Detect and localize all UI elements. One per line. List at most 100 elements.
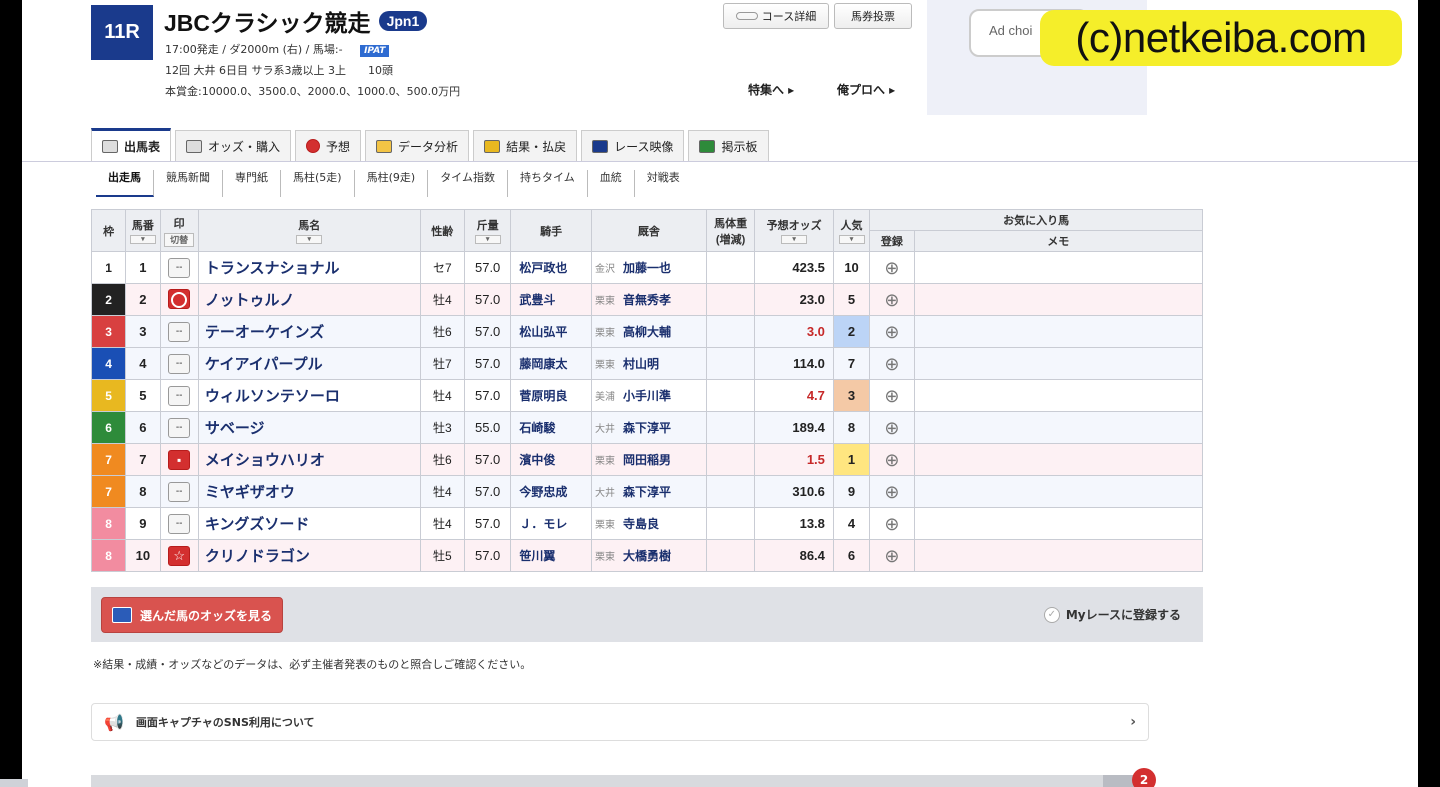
jockey-link[interactable]: 松山弘平 — [510, 315, 592, 348]
horse-name-link[interactable]: メイショウハリオ — [197, 443, 421, 476]
subnav-newspaper[interactable]: 競馬新聞 — [154, 170, 223, 197]
memo-cell[interactable] — [913, 443, 1204, 476]
mark-selector[interactable]: -- — [168, 321, 191, 342]
memo-cell[interactable] — [913, 411, 1204, 444]
tab-data[interactable]: データ分析 — [365, 130, 470, 161]
jockey-link[interactable]: 今野忠成 — [510, 475, 592, 508]
horse-name-link[interactable]: テーオーケインズ — [197, 315, 421, 348]
tab-odds[interactable]: オッズ・購入 — [175, 130, 292, 161]
add-favorite-icon[interactable]: ⊕ — [880, 386, 904, 406]
trainer-link[interactable]: 岡田稲男 — [623, 453, 671, 467]
trainer-link[interactable]: 加藤一也 — [623, 261, 671, 275]
jockey-link[interactable]: 松戸政也 — [510, 251, 592, 284]
horse-name-link[interactable]: キングズソード — [197, 507, 421, 540]
trainer-link[interactable]: 森下淳平 — [623, 421, 671, 435]
col-odds[interactable]: 予想オッズ ▾ — [754, 209, 834, 252]
honmei-mark-icon[interactable] — [168, 288, 191, 309]
subnav-pillar9[interactable]: 馬柱(9走) — [355, 170, 429, 197]
subnav-specialist[interactable]: 専門紙 — [223, 170, 281, 197]
horse-name-link[interactable]: ミヤギザオウ — [197, 475, 421, 508]
star-mark-icon[interactable]: ☆ — [168, 545, 191, 566]
jockey-link[interactable]: 石崎駿 — [510, 411, 592, 444]
mark-selector[interactable]: -- — [168, 513, 191, 534]
subnav-entries[interactable]: 出走馬 — [96, 170, 154, 197]
horse-name-link[interactable]: ノットゥルノ — [197, 283, 421, 316]
col-waku: 枠 — [90, 209, 127, 252]
col-umaban[interactable]: 馬番 ▾ — [125, 209, 161, 252]
jockey-link[interactable]: Ｊ．モレ — [510, 507, 592, 540]
subnav-best-time[interactable]: 持ちタイム — [508, 170, 588, 197]
jockey-link[interactable]: 武豊斗 — [510, 283, 592, 316]
mark-selector[interactable]: -- — [168, 385, 191, 406]
memo-cell[interactable] — [913, 251, 1204, 284]
course-detail-button[interactable]: コース詳細 — [723, 3, 829, 29]
memo-cell[interactable] — [913, 539, 1204, 572]
tab-board[interactable]: 掲示板 — [688, 130, 769, 161]
side-handle[interactable] — [0, 779, 28, 787]
horse-name-link[interactable]: トランスナショナル — [197, 251, 421, 284]
trainer-cell: 栗東 高柳大輔 — [590, 315, 707, 348]
horse-name-link[interactable]: ケイアイパープル — [197, 347, 421, 380]
col-name[interactable]: 馬名 ▾ — [197, 209, 421, 252]
subnav-time-index[interactable]: タイム指数 — [428, 170, 508, 197]
jockey-link[interactable]: 藤岡康太 — [510, 347, 592, 380]
view-selected-odds-button[interactable]: 選んだ馬のオッズを見る — [101, 597, 284, 633]
tab-shutsubahyo[interactable]: 出馬表 — [91, 128, 172, 161]
trainer-link[interactable]: 寺島良 — [623, 517, 659, 531]
notification-badge[interactable]: 2 — [1132, 768, 1156, 787]
horse-name-link[interactable]: サベージ — [197, 411, 421, 444]
add-favorite-icon[interactable]: ⊕ — [880, 322, 904, 342]
trainer-link[interactable]: 高柳大輔 — [623, 325, 671, 339]
horse-name-link[interactable]: ウィルソンテソーロ — [197, 379, 421, 412]
trainer-link[interactable]: 小手川準 — [623, 389, 671, 403]
memo-cell[interactable] — [913, 475, 1204, 508]
my-race-register[interactable]: ✓ Myレースに登録する — [1043, 606, 1181, 623]
register-cell: ⊕ — [869, 507, 915, 540]
add-favorite-icon[interactable]: ⊕ — [880, 418, 904, 438]
trainer-link[interactable]: 大橋勇樹 — [623, 549, 671, 563]
mark-selector[interactable]: -- — [168, 257, 191, 278]
memo-cell[interactable] — [913, 315, 1204, 348]
jockey-link[interactable]: 濱中俊 — [510, 443, 592, 476]
add-favorite-icon[interactable]: ⊕ — [880, 482, 904, 502]
add-favorite-icon[interactable]: ⊕ — [880, 290, 904, 310]
tab-video[interactable]: レース映像 — [581, 130, 685, 161]
subnav-pedigree[interactable]: 血統 — [588, 170, 635, 197]
mark-selector[interactable]: -- — [168, 353, 191, 374]
add-favorite-icon[interactable]: ⊕ — [880, 258, 904, 278]
col-popularity[interactable]: 人気 ▾ — [832, 209, 871, 252]
trainer-link[interactable]: 森下淳平 — [623, 485, 671, 499]
tab-prediction[interactable]: 予想 — [295, 130, 362, 161]
add-favorite-icon[interactable]: ⊕ — [880, 450, 904, 470]
mark-selector[interactable]: -- — [168, 417, 191, 438]
subnav-matchup[interactable]: 対戦表 — [635, 170, 692, 197]
add-favorite-icon[interactable]: ⊕ — [880, 514, 904, 534]
sns-usage-link[interactable]: 📢 画面キャプチャのSNS利用について › — [91, 703, 1149, 741]
special-link[interactable]: 特集へ ▸ — [748, 81, 794, 98]
trainer-link[interactable]: 村山明 — [623, 357, 659, 371]
trainer-link[interactable]: 音無秀孝 — [623, 293, 671, 307]
taikou-mark-icon[interactable]: ▪ — [168, 449, 191, 470]
register-cell: ⊕ — [869, 539, 915, 572]
memo-cell[interactable] — [913, 283, 1204, 316]
jockey-link[interactable]: 菅原明良 — [510, 379, 592, 412]
add-favorite-icon[interactable]: ⊕ — [880, 546, 904, 566]
horizontal-scrollbar[interactable] — [91, 775, 1149, 787]
mark-toggle-button[interactable]: 切替 — [164, 232, 195, 247]
memo-cell[interactable] — [913, 507, 1204, 540]
memo-cell[interactable] — [913, 347, 1204, 380]
col-weight[interactable]: 斤量 ▾ — [463, 209, 512, 252]
ipat-logo[interactable]: IPAT — [360, 45, 390, 57]
tab-results[interactable]: 結果・払戻 — [473, 130, 578, 161]
mark-cell: -- — [159, 411, 199, 444]
add-favorite-icon[interactable]: ⊕ — [880, 354, 904, 374]
bet-button[interactable]: 馬券投票 — [834, 3, 912, 29]
jockey-link[interactable]: 笹川翼 — [510, 539, 592, 572]
mark-selector[interactable]: -- — [168, 481, 191, 502]
race-info-line1: 17:00発走 / ダ2000m (右) / 馬場:- IPAT — [165, 41, 390, 57]
trainer-region: 栗東 — [594, 456, 615, 467]
memo-cell[interactable] — [913, 379, 1204, 412]
oreplo-link[interactable]: 俺プロへ ▸ — [837, 81, 895, 98]
horse-name-link[interactable]: クリノドラゴン — [197, 539, 421, 572]
subnav-pillar5[interactable]: 馬柱(5走) — [281, 170, 355, 197]
